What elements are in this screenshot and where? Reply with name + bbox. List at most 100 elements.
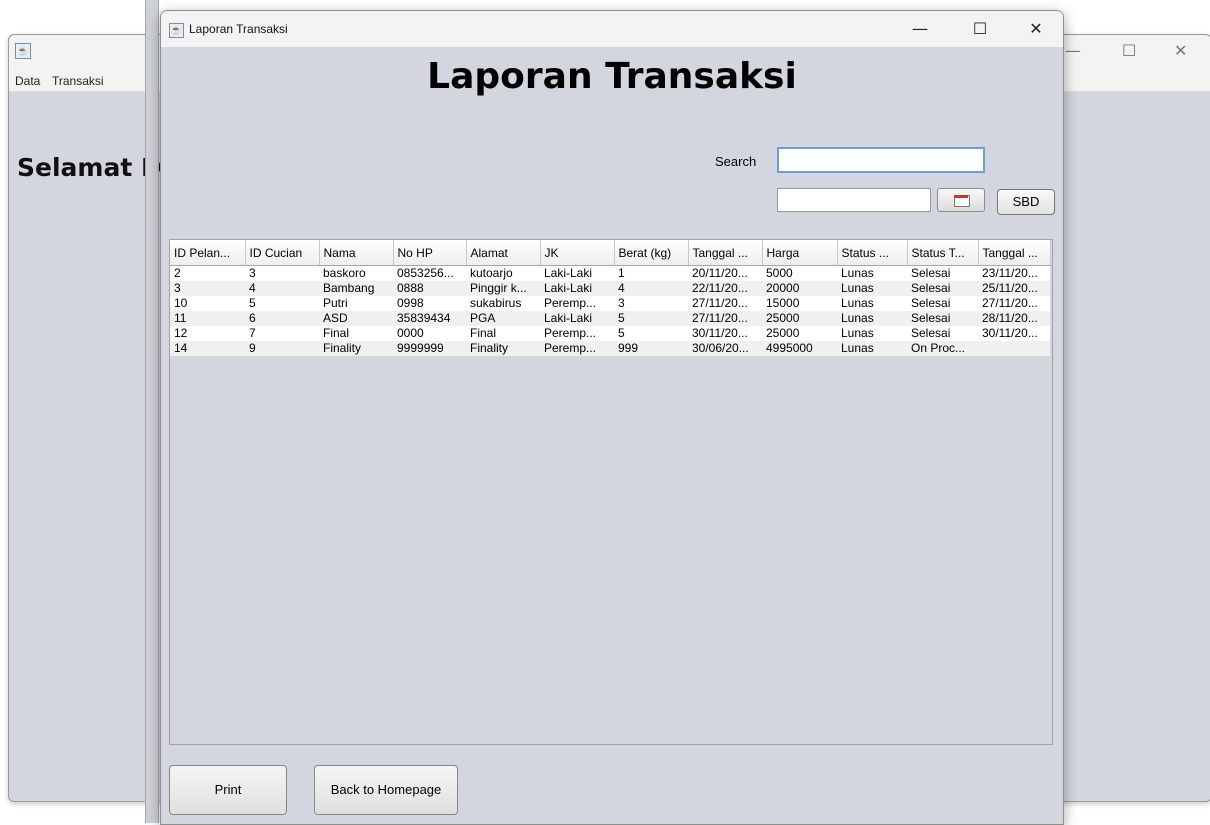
table-cell[interactable]: 14 — [170, 341, 245, 356]
column-header[interactable]: Berat (kg) — [614, 240, 689, 266]
table-cell[interactable]: 10 — [170, 296, 245, 311]
table-cell[interactable]: 4 — [245, 281, 319, 296]
table-cell[interactable]: 28/11/20... — [978, 311, 1050, 326]
table-cell[interactable]: Final — [466, 326, 540, 341]
table-cell[interactable]: 25000 — [762, 311, 837, 326]
column-header[interactable]: Tanggal ... — [978, 240, 1051, 266]
table-cell[interactable]: Laki-Laki — [540, 281, 614, 296]
table-cell[interactable]: Lunas — [837, 296, 907, 311]
column-header[interactable]: Harga — [762, 240, 838, 266]
table-cell[interactable]: 0000 — [393, 326, 466, 341]
table-cell[interactable]: 7 — [245, 326, 319, 341]
table-cell[interactable]: 999 — [614, 341, 688, 356]
table-cell[interactable]: Lunas — [837, 281, 907, 296]
table-cell[interactable]: Laki-Laki — [540, 265, 614, 281]
table-cell[interactable]: 20/11/20... — [688, 265, 762, 281]
table-cell[interactable]: 5 — [245, 296, 319, 311]
column-header[interactable]: JK — [540, 240, 615, 266]
table-cell[interactable]: 30/11/20... — [978, 326, 1050, 341]
table-cell[interactable]: 3 — [245, 265, 319, 281]
menu-data[interactable]: Data — [15, 74, 40, 88]
column-header[interactable]: Nama — [319, 240, 394, 266]
table-cell[interactable]: 3 — [170, 281, 245, 296]
table-cell[interactable]: Putri — [319, 296, 393, 311]
table-cell[interactable]: Peremp... — [540, 341, 614, 356]
table-cell[interactable]: 11 — [170, 311, 245, 326]
table-cell[interactable]: Selesai — [907, 281, 978, 296]
table-cell[interactable]: 0853256... — [393, 265, 466, 281]
table-cell[interactable]: 27/11/20... — [688, 296, 762, 311]
table-cell[interactable]: 0888 — [393, 281, 466, 296]
table-cell[interactable]: Lunas — [837, 341, 907, 356]
table-cell[interactable]: 27/11/20... — [688, 311, 762, 326]
maximize-icon[interactable]: ☐ — [1122, 41, 1136, 60]
minimize-button[interactable]: — — [897, 11, 943, 47]
table-cell[interactable]: Pinggir k... — [466, 281, 540, 296]
column-header[interactable]: Tanggal ... — [688, 240, 763, 266]
table-cell[interactable]: 1 — [614, 265, 688, 281]
table-cell[interactable]: Peremp... — [540, 326, 614, 341]
close-icon[interactable]: ✕ — [1174, 41, 1187, 60]
table-row[interactable]: 11 6 ASD 35839434 PGA Laki-Laki 5 27/11/20... 25… — [170, 311, 1050, 326]
table-cell[interactable]: 22/11/20... — [688, 281, 762, 296]
search-input[interactable] — [777, 147, 985, 173]
column-header[interactable]: Status T... — [907, 240, 979, 266]
table-row[interactable]: 2 3 baskoro 0853256... kutoarjo Laki-Laki 1 20/… — [170, 265, 1050, 281]
table-cell[interactable]: Bambang — [319, 281, 393, 296]
table-row[interactable]: 14 9 Finality 9999999 Finality Peremp... 999 30… — [170, 341, 1050, 356]
sbd-button[interactable]: SBD — [997, 189, 1055, 215]
column-header[interactable]: ID Cucian — [245, 240, 320, 266]
table-cell[interactable]: Lunas — [837, 311, 907, 326]
table-cell[interactable]: Final — [319, 326, 393, 341]
table-cell[interactable]: Lunas — [837, 265, 907, 281]
table-cell[interactable]: 25000 — [762, 326, 837, 341]
table-cell[interactable]: Finality — [319, 341, 393, 356]
table-cell[interactable]: Selesai — [907, 265, 978, 281]
table-cell[interactable]: Selesai — [907, 326, 978, 341]
menu-transaksi[interactable]: Transaksi — [52, 74, 104, 88]
table-cell[interactable]: 0998 — [393, 296, 466, 311]
column-header[interactable]: No HP — [393, 240, 467, 266]
table-cell[interactable]: Peremp... — [540, 296, 614, 311]
table-cell[interactable]: 15000 — [762, 296, 837, 311]
table-cell[interactable]: Laki-Laki — [540, 311, 614, 326]
column-header[interactable]: ID Pelan... — [170, 240, 246, 266]
table-cell[interactable]: 30/06/20... — [688, 341, 762, 356]
table-cell[interactable] — [978, 341, 1050, 356]
table-cell[interactable]: 3 — [614, 296, 688, 311]
column-header[interactable]: Status ... — [837, 240, 908, 266]
table-cell[interactable]: 6 — [245, 311, 319, 326]
table-cell[interactable]: 9 — [245, 341, 319, 356]
table-cell[interactable]: 25/11/20... — [978, 281, 1050, 296]
maximize-button[interactable]: ☐ — [957, 11, 1003, 47]
table-cell[interactable]: Finality — [466, 341, 540, 356]
table-cell[interactable]: baskoro — [319, 265, 393, 281]
table-cell[interactable]: 30/11/20... — [688, 326, 762, 341]
date-input[interactable] — [777, 188, 931, 212]
transaction-table-area[interactable]: ID Pelan... ID Cucian Nama No HP Alamat … — [169, 239, 1053, 745]
table-cell[interactable]: PGA — [466, 311, 540, 326]
back-to-homepage-button[interactable]: Back to Homepage — [314, 765, 458, 815]
table-cell[interactable]: On Proc... — [907, 341, 978, 356]
table-cell[interactable]: Selesai — [907, 311, 978, 326]
minimize-icon[interactable]: — — [1065, 41, 1081, 60]
table-row[interactable]: 3 4 Bambang 0888 Pinggir k... Laki-Laki 4 22/11… — [170, 281, 1050, 296]
table-row[interactable]: 12 7 Final 0000 Final Peremp... 5 30/11/20... 25… — [170, 326, 1050, 341]
table-cell[interactable]: Selesai — [907, 296, 978, 311]
table-cell[interactable]: kutoarjo — [466, 265, 540, 281]
table-cell[interactable]: ASD — [319, 311, 393, 326]
table-cell[interactable]: 5 — [614, 326, 688, 341]
print-button[interactable]: Print — [169, 765, 287, 815]
table-row[interactable]: 10 5 Putri 0998 sukabirus Peremp... 3 27/11/20.… — [170, 296, 1050, 311]
table-cell[interactable]: 5000 — [762, 265, 837, 281]
table-cell[interactable]: 2 — [170, 265, 245, 281]
table-cell[interactable]: 12 — [170, 326, 245, 341]
table-cell[interactable]: 4995000 — [762, 341, 837, 356]
column-header[interactable]: Alamat — [466, 240, 541, 266]
table-cell[interactable]: 4 — [614, 281, 688, 296]
table-cell[interactable]: 9999999 — [393, 341, 466, 356]
table-cell[interactable]: 27/11/20... — [978, 296, 1050, 311]
table-cell[interactable]: 5 — [614, 311, 688, 326]
table-cell[interactable]: sukabirus — [466, 296, 540, 311]
table-cell[interactable]: 20000 — [762, 281, 837, 296]
